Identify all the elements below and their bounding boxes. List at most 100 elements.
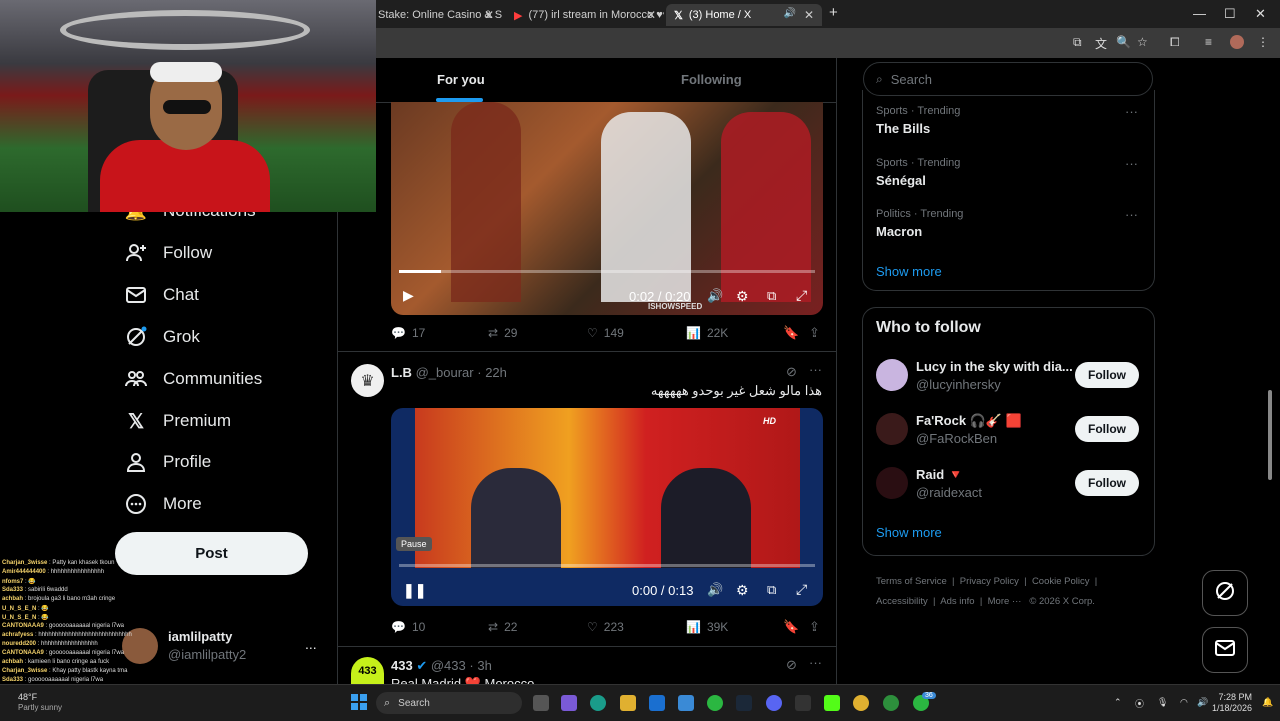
mic-icon[interactable]: 🎙 bbox=[1157, 697, 1168, 708]
pip-icon[interactable]: ⧉ bbox=[767, 288, 776, 304]
fullscreen-icon[interactable]: ⤢ bbox=[796, 287, 807, 304]
reply-button[interactable]: 💬 17 bbox=[391, 326, 425, 340]
like-button[interactable]: ♡ 149 bbox=[587, 326, 624, 340]
wifi-icon[interactable]: ◠ bbox=[1180, 697, 1188, 708]
new-tab-icon[interactable]: + bbox=[829, 4, 838, 21]
footer-link-accessibility[interactable]: Accessibility bbox=[876, 596, 928, 607]
account-more-icon[interactable]: ... bbox=[305, 636, 317, 652]
nav-item-communities[interactable]: Communities bbox=[125, 368, 262, 390]
trend-more-icon[interactable]: ··· bbox=[1125, 207, 1138, 222]
taskbar-clock[interactable]: 7:28 PM 1/18/2026 bbox=[1212, 692, 1252, 714]
profile-avatar-icon[interactable] bbox=[1230, 35, 1244, 49]
tweet-age[interactable]: 3h bbox=[477, 658, 491, 673]
tweet-author[interactable]: L.B bbox=[391, 365, 412, 380]
tweet-more-icon[interactable]: ··· bbox=[809, 362, 822, 377]
nav-item-premium[interactable]: 𝕏 Premium bbox=[125, 410, 231, 433]
follow-button[interactable]: Follow bbox=[1075, 416, 1139, 442]
footer-link-ads[interactable]: Ads info bbox=[940, 596, 974, 607]
tweet-more-icon[interactable]: ··· bbox=[809, 655, 822, 670]
trend-more-icon[interactable]: ··· bbox=[1125, 104, 1138, 119]
taskbar-search-input[interactable]: Search bbox=[398, 698, 430, 709]
file-explorer-icon[interactable] bbox=[620, 695, 636, 711]
tweet-video[interactable]: HD Pause ❚❚ 0:00 / 0:13 🔊 ⚙ ⧉ ⤢ bbox=[391, 408, 823, 606]
grok-explain-icon[interactable]: ⊘ bbox=[786, 657, 797, 673]
pause-icon[interactable]: ❚❚ bbox=[403, 582, 426, 599]
zoom-icon[interactable]: 🔍 bbox=[1116, 35, 1131, 49]
edge-icon[interactable] bbox=[590, 695, 606, 711]
footer-link-privacy[interactable]: Privacy Policy bbox=[960, 576, 1019, 587]
close-icon[interactable]: ✕ bbox=[646, 8, 656, 22]
nav-item-more[interactable]: More bbox=[125, 493, 202, 515]
grok-explain-icon[interactable]: ⊘ bbox=[786, 364, 797, 380]
tab-for-you[interactable]: For you bbox=[437, 72, 485, 87]
browser-tab-stake[interactable]: Stake: Online Casino & Sports B ✕ bbox=[370, 4, 502, 26]
follow-avatar[interactable] bbox=[876, 467, 908, 499]
tweet-age[interactable]: 22h bbox=[485, 365, 507, 380]
teams-icon[interactable] bbox=[561, 695, 577, 711]
task-view-icon[interactable] bbox=[533, 695, 549, 711]
search-input[interactable]: Search bbox=[891, 72, 932, 87]
browser-tab-youtube[interactable]: ▶ (77) irl stream in Morocco ♥♥ - ✕ bbox=[506, 4, 664, 26]
translate-icon[interactable]: 文 bbox=[1095, 35, 1107, 52]
views-button[interactable]: 📊 22K bbox=[686, 326, 728, 340]
whatsapp-icon[interactable] bbox=[707, 695, 723, 711]
bookmark-star-icon[interactable]: ☆ bbox=[1137, 35, 1148, 49]
follow-name[interactable]: Lucy in the sky with dia... bbox=[916, 359, 1073, 374]
tab-following[interactable]: Following bbox=[681, 72, 742, 87]
video-progress-track[interactable] bbox=[399, 270, 815, 273]
store-icon[interactable] bbox=[678, 695, 694, 711]
page-scrollbar[interactable] bbox=[1266, 58, 1274, 684]
settings-icon[interactable]: ⚙ bbox=[736, 288, 749, 305]
views-button[interactable]: 📊 39K bbox=[686, 620, 728, 634]
nav-item-chat[interactable]: Chat bbox=[125, 284, 199, 306]
share-icon[interactable]: ⇪ bbox=[809, 325, 820, 341]
chrome-icon[interactable] bbox=[853, 695, 869, 711]
follow-show-more[interactable]: Show more bbox=[876, 525, 942, 540]
tweet-author[interactable]: 433 bbox=[391, 658, 413, 673]
tray-app-icon[interactable]: ⦿ bbox=[1135, 697, 1144, 710]
repost-button[interactable]: ⇄ 29 bbox=[488, 326, 517, 340]
outlook-icon[interactable] bbox=[649, 695, 665, 711]
nav-item-follow[interactable]: Follow bbox=[125, 242, 212, 264]
scrollbar-thumb[interactable] bbox=[1268, 390, 1272, 480]
like-button[interactable]: ♡ 223 bbox=[587, 620, 624, 634]
discord-icon[interactable] bbox=[766, 695, 782, 711]
notifications-bell-icon[interactable]: 🔔 bbox=[1262, 697, 1273, 708]
close-window-icon[interactable]: ✕ bbox=[1255, 6, 1266, 22]
footer-link-more[interactable]: More ··· bbox=[988, 596, 1022, 607]
menu-dots-icon[interactable]: ⋮ bbox=[1257, 35, 1269, 49]
follow-name[interactable]: Raid 🔻 bbox=[916, 467, 964, 483]
tweet-handle[interactable]: @433 bbox=[431, 658, 466, 673]
steam-icon[interactable] bbox=[736, 695, 752, 711]
close-icon[interactable]: ✕ bbox=[804, 8, 814, 22]
windows-start-icon[interactable] bbox=[351, 694, 367, 710]
follow-avatar[interactable] bbox=[876, 413, 908, 445]
volume-icon[interactable]: 🔊 bbox=[707, 288, 723, 304]
trend-item[interactable]: Sports · Trending The Bills bbox=[876, 105, 960, 136]
chrome-alt-icon[interactable] bbox=[883, 695, 899, 711]
trend-item[interactable]: Politics · Trending Macron bbox=[876, 208, 963, 239]
repost-button[interactable]: ⇄ 22 bbox=[488, 620, 517, 634]
tweet-avatar[interactable]: ♛ bbox=[351, 364, 384, 397]
tweet-video[interactable]: ▶ 0:02 / 0:20 ISHOWSPEED 🔊 ⚙ ⧉ ⤢ bbox=[391, 102, 823, 315]
media-icon[interactable]: ≡ bbox=[1205, 35, 1212, 49]
tray-chevron-icon[interactable]: ⌃ bbox=[1114, 697, 1122, 708]
volume-icon[interactable]: 🔊 bbox=[707, 582, 723, 598]
browser-tab-x[interactable]: 𝕏 (3) Home / X 🔊 ✕ bbox=[666, 4, 822, 26]
app-icon[interactable] bbox=[795, 695, 811, 711]
tweet-handle[interactable]: @_bourar bbox=[416, 365, 474, 380]
play-icon[interactable]: ▶ bbox=[403, 287, 414, 304]
trend-item[interactable]: Sports · Trending Sénégal bbox=[876, 157, 960, 188]
footer-link-terms[interactable]: Terms of Service bbox=[876, 576, 947, 587]
install-app-icon[interactable]: ⧉ bbox=[1073, 35, 1082, 50]
follow-name[interactable]: Fa'Rock 🎧🎸 🟥 bbox=[916, 413, 1022, 429]
weather-widget[interactable]: 48°F Partly sunny bbox=[18, 692, 62, 713]
bookmark-icon[interactable]: 🔖 bbox=[783, 619, 799, 635]
maximize-icon[interactable]: ☐ bbox=[1224, 6, 1236, 22]
taskbar-search[interactable]: ⌕ Search bbox=[376, 692, 522, 714]
reply-button[interactable]: 💬 10 bbox=[391, 620, 425, 634]
kick-icon[interactable] bbox=[824, 695, 840, 711]
messages-float-button[interactable] bbox=[1202, 627, 1248, 673]
pip-icon[interactable]: ⧉ bbox=[767, 582, 776, 598]
fullscreen-icon[interactable]: ⤢ bbox=[796, 581, 807, 598]
